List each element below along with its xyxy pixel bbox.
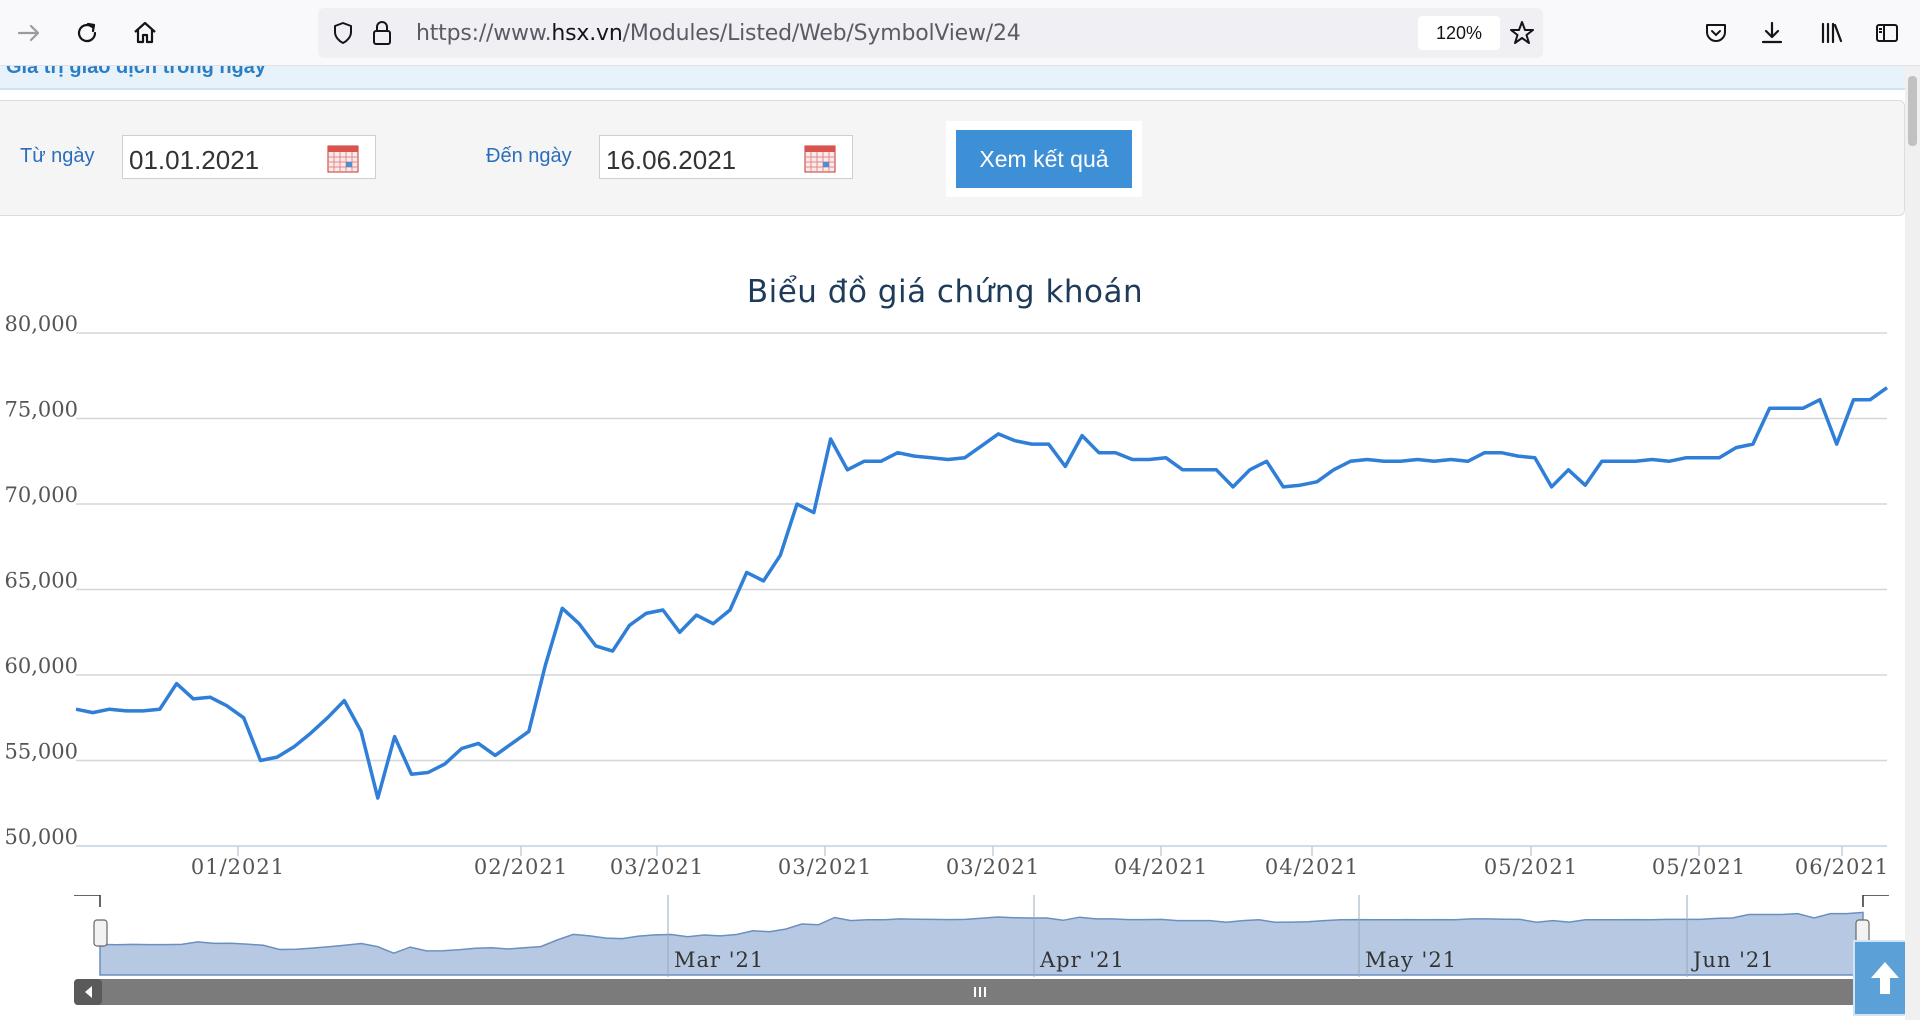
y-tick-label: 70,000 xyxy=(5,483,78,507)
x-tick-label: 02/2021 xyxy=(474,855,568,879)
x-tick-label: 03/2021 xyxy=(778,855,872,879)
forward-icon[interactable] xyxy=(10,14,48,52)
navigator-label: Jun '21 xyxy=(1691,948,1775,972)
calendar-icon[interactable] xyxy=(804,145,836,173)
navigator-left-handle[interactable] xyxy=(93,919,108,947)
x-tick-label: 05/2021 xyxy=(1484,855,1578,879)
section-heading: Giá trị giao dịch trong ngày xyxy=(6,66,267,78)
to-date-label: Đến ngày xyxy=(486,145,572,167)
price-chart[interactable]: 50,000 55,000 60,000 65,000 70,000 75,000 80,0… xyxy=(0,300,1905,900)
y-tick-label: 75,000 xyxy=(5,398,78,422)
to-date-value: 16.06.2021 xyxy=(606,145,737,175)
y-tick-label: 50,000 xyxy=(5,825,78,849)
lock-icon[interactable] xyxy=(370,19,394,52)
calendar-icon[interactable] xyxy=(327,145,359,173)
from-date-value: 01.01.2021 xyxy=(129,145,260,175)
sidebar-icon[interactable] xyxy=(1868,14,1906,52)
arrow-up-icon xyxy=(1871,962,1899,994)
page-scrollbar[interactable] xyxy=(1905,66,1920,1020)
y-tick-label: 60,000 xyxy=(5,654,78,678)
x-tick-label: 05/2021 xyxy=(1652,855,1746,879)
navigator-label: May '21 xyxy=(1365,948,1457,972)
price-series-line[interactable] xyxy=(75,386,1889,800)
y-tick-label: 80,000 xyxy=(5,312,78,336)
zoom-level[interactable]: 120% xyxy=(1418,16,1500,50)
shield-icon[interactable] xyxy=(330,20,356,51)
navigator-label: Mar '21 xyxy=(674,948,764,972)
from-date-label: Từ ngày xyxy=(20,145,95,167)
x-tick-label: 04/2021 xyxy=(1265,855,1359,879)
bookmark-star-icon[interactable] xyxy=(1508,19,1536,52)
from-date-input[interactable]: 01.01.2021 xyxy=(122,135,376,179)
section-heading-strip: Giá trị giao dịch trong ngày xyxy=(0,66,1905,90)
reload-icon[interactable] xyxy=(68,14,106,52)
library-icon[interactable] xyxy=(1812,14,1850,52)
pocket-icon[interactable] xyxy=(1697,14,1735,52)
y-tick-label: 55,000 xyxy=(5,740,78,764)
download-icon[interactable] xyxy=(1753,14,1791,52)
x-tick-label: 01/2021 xyxy=(191,855,285,879)
chart-navigator[interactable]: Mar '21 Apr '21 May '21 Jun '21 xyxy=(0,895,1905,1020)
submit-button-wrap: Xem kết quả xyxy=(946,121,1142,197)
date-filter-panel: Từ ngày 01.01.2021 Đến ngày 16.06.2021 X… xyxy=(0,100,1905,216)
to-date-input[interactable]: 16.06.2021 xyxy=(599,135,853,179)
page-scrollbar-thumb[interactable] xyxy=(1908,76,1917,146)
url-bar[interactable]: https://www.hsx.vn/Modules/Listed/Web/Sy… xyxy=(318,8,1543,58)
x-tick-label: 03/2021 xyxy=(946,855,1040,879)
x-tick-label: 04/2021 xyxy=(1114,855,1208,879)
browser-toolbar: https://www.hsx.vn/Modules/Listed/Web/Sy… xyxy=(0,0,1920,66)
url-text[interactable]: https://www.hsx.vn/Modules/Listed/Web/Sy… xyxy=(416,21,1021,46)
home-icon[interactable] xyxy=(126,14,164,52)
y-tick-label: 65,000 xyxy=(5,569,78,593)
x-tick-label: 03/2021 xyxy=(610,855,704,879)
navigator-label: Apr '21 xyxy=(1039,948,1125,972)
view-results-button[interactable]: Xem kết quả xyxy=(956,130,1132,188)
navigator-scrollbar-track[interactable] xyxy=(74,979,1890,1005)
x-tick-label: 06/2021 xyxy=(1795,855,1889,879)
